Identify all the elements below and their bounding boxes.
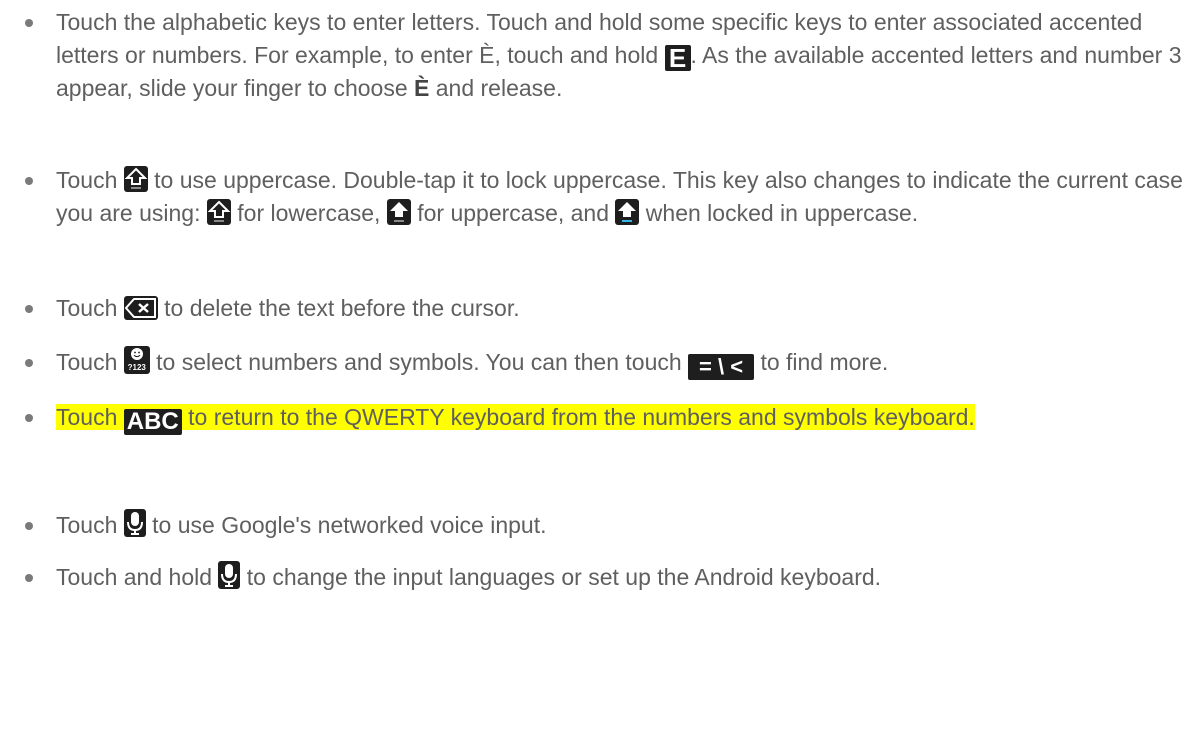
shift-filled-icon [386,199,411,225]
item-text: Touch and hold to change the input langu… [56,561,1184,594]
microphone-icon [218,561,241,589]
bullet-dot [25,19,33,27]
shift-outline-icon [123,166,148,192]
text-segment: for lowercase, [237,200,381,226]
text-segment: Touch [56,295,118,321]
bullet-dot [25,574,33,582]
item-text: Touch to delete the text before the curs… [56,292,1184,325]
shift-outline-icon [206,199,231,225]
text-segment: when locked in uppercase. [645,200,919,226]
emoji-numbers-key-icon: ?123 [123,346,150,374]
list-item: Touch and hold to change the input langu… [0,561,1204,597]
text-segment: to select numbers and symbols. You can t… [156,349,682,375]
item-text: Touch to use Google's networked voice in… [56,509,1184,542]
symbols-more-key-icon: = \ < [688,354,755,380]
bullet-dot [25,177,33,185]
text-segment: and release. [435,75,563,101]
shift-locked-icon [615,199,640,225]
bullet-dot [25,414,33,422]
list-item: Touch the alphabetic keys to enter lette… [0,6,1204,136]
text-segment: Touch [56,349,118,375]
text-segment: to change the input languages or set up … [246,564,882,590]
text-segment: for uppercase, and [417,200,610,226]
text-segment: to delete the text before the cursor. [164,295,520,321]
item-text: Touch ABC to return to the QWERTY keyboa… [56,401,1184,435]
text-segment: to find more. [760,349,889,375]
backspace-icon [123,296,158,320]
list-item: Touch to delete the text before the curs… [0,292,1204,328]
bullet-dot [25,305,33,313]
item-text: Touch the alphabetic keys to enter lette… [56,6,1184,105]
list-item: Touch ABC to return to the QWERTY keyboa… [0,401,1204,471]
highlighted-text: Touch ABC to return to the QWERTY keyboa… [56,404,975,435]
bullet-dot [25,359,33,367]
text-segment: Touch [56,512,118,538]
bullet-dot [25,522,33,530]
list-item: Touch ?123 to select numbers and symbols… [0,346,1204,382]
text-segment: to use Google's networked voice input. [152,512,547,538]
item-text: Touch to use uppercase. Double-tap it to… [56,164,1184,230]
microphone-icon [123,509,146,537]
accented-letter: È [414,75,430,101]
list-item: Touch to use Google's networked voice in… [0,509,1204,545]
e-key-icon: E [664,45,691,71]
text-segment: Touch and hold [56,564,213,590]
text-segment: Touch [56,167,118,193]
abc-key-icon: ABC [123,409,182,435]
list-item: Touch to use uppercase. Double-tap it to… [0,164,1204,264]
item-text: Touch ?123 to select numbers and symbols… [56,346,1184,380]
